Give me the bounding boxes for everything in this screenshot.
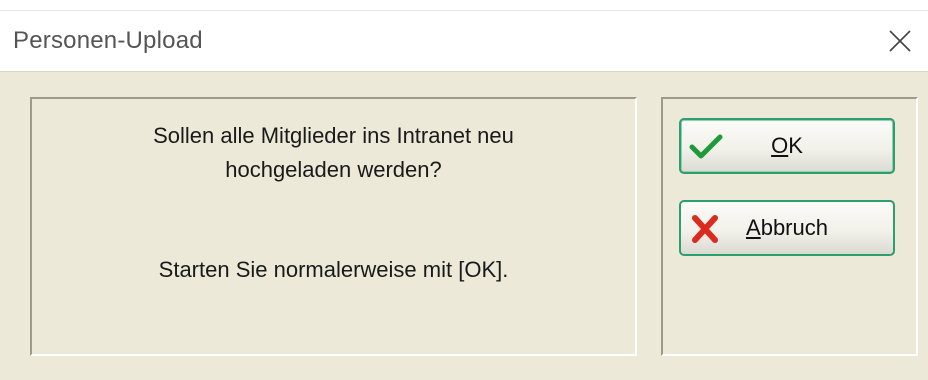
close-button[interactable]	[880, 21, 920, 61]
button-panel: OK Abbruch	[661, 97, 918, 356]
ok-button-label: OK	[681, 133, 893, 159]
window-title: Personen-Upload	[13, 27, 203, 54]
title-bar[interactable]: Personen-Upload	[0, 11, 928, 71]
ok-button[interactable]: OK	[679, 118, 895, 174]
window-top-edge	[0, 0, 928, 11]
cancel-button[interactable]: Abbruch	[679, 200, 895, 256]
ok-mnemonic: O	[771, 133, 789, 158]
dialog-window: Personen-Upload Sollen alle Mitglieder i…	[0, 0, 928, 380]
message-line-3: Starten Sie normalerweise mit [OK].	[158, 257, 509, 282]
cancel-button-label: Abbruch	[681, 215, 893, 241]
message-line-1: Sollen alle Mitglieder ins Intranet neu	[153, 123, 514, 148]
cancel-mnemonic: A	[746, 215, 761, 240]
close-icon	[889, 30, 911, 52]
message-line-2: hochgeladen werden?	[225, 157, 442, 182]
cancel-label-rest: bbruch	[760, 215, 828, 240]
dialog-body: Sollen alle Mitglieder ins Intranet neu …	[0, 71, 928, 380]
message-panel: Sollen alle Mitglieder ins Intranet neu …	[30, 97, 637, 356]
ok-label-rest: K	[788, 133, 803, 158]
